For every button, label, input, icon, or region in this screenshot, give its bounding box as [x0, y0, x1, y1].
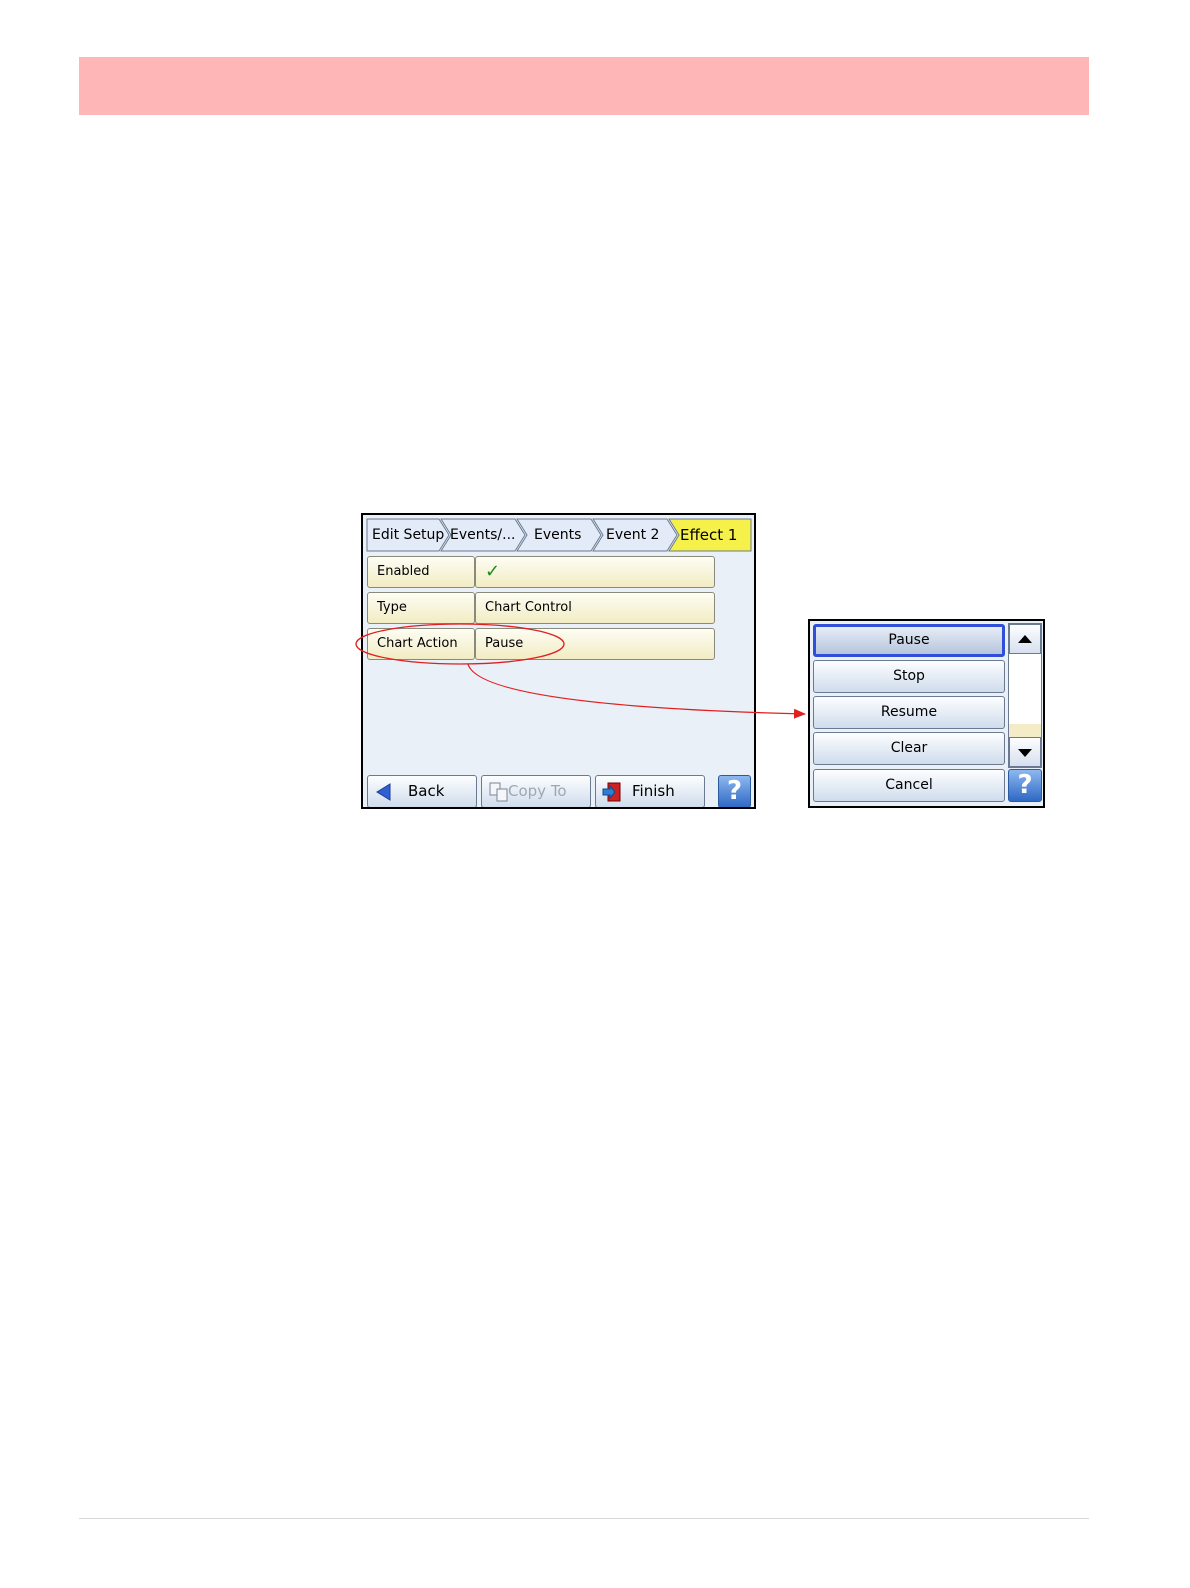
popup-help-button[interactable]: ? — [1008, 769, 1042, 802]
chart-action-popup: Pause Stop Resume Clear Cancel ? — [808, 619, 1045, 808]
scroll-down-button[interactable] — [1009, 737, 1041, 767]
back-label: Back — [408, 782, 445, 800]
breadcrumb-event-2[interactable]: Event 2 — [592, 518, 678, 552]
type-value[interactable]: Chart Control — [475, 592, 715, 624]
footer-rule — [79, 1518, 1089, 1519]
chart-action-value[interactable]: Pause — [475, 628, 715, 660]
breadcrumb-label: Event 2 — [606, 527, 660, 543]
breadcrumb-label: Events — [534, 527, 582, 543]
edit-setup-screen: Edit Setup Events/... Events Event 2 Eff… — [361, 513, 756, 809]
copy-to-button[interactable]: Copy To — [481, 775, 591, 807]
chart-action-label[interactable]: Chart Action — [367, 628, 475, 660]
breadcrumb-events[interactable]: Events — [516, 518, 602, 552]
copy-icon — [489, 782, 508, 802]
breadcrumb-effect-1[interactable]: Effect 1 — [668, 518, 752, 552]
breadcrumb-label: Effect 1 — [680, 526, 738, 544]
breadcrumb-edit-setup[interactable]: Edit Setup — [366, 518, 450, 552]
triangle-down-icon — [1018, 749, 1032, 757]
cancel-button[interactable]: Cancel — [813, 769, 1005, 802]
finish-label: Finish — [632, 782, 675, 800]
scroll-up-button[interactable] — [1009, 624, 1041, 654]
breadcrumb-label: Edit Setup — [372, 527, 445, 543]
breadcrumb-events-group[interactable]: Events/... — [440, 518, 526, 552]
back-button[interactable]: Back — [367, 775, 477, 807]
scrollbar[interactable] — [1008, 623, 1042, 768]
type-label[interactable]: Type — [367, 592, 475, 624]
checkmark-icon: ✓ — [485, 561, 501, 582]
option-clear[interactable]: Clear — [813, 732, 1005, 765]
finish-button[interactable]: Finish — [595, 775, 705, 807]
breadcrumb-label: Events/... — [450, 527, 516, 543]
breadcrumb: Edit Setup Events/... Events Event 2 Eff… — [366, 518, 753, 552]
copy-to-label: Copy To — [508, 782, 567, 800]
exit-door-icon — [602, 782, 621, 802]
triangle-up-icon — [1018, 635, 1032, 643]
scroll-thumb[interactable] — [1009, 724, 1041, 738]
header-band — [79, 57, 1089, 115]
back-arrow-icon — [376, 783, 391, 801]
enabled-value[interactable]: ✓ — [475, 556, 715, 588]
enabled-label[interactable]: Enabled — [367, 556, 475, 588]
option-resume[interactable]: Resume — [813, 696, 1005, 729]
option-stop[interactable]: Stop — [813, 660, 1005, 693]
option-pause[interactable]: Pause — [813, 624, 1005, 657]
help-button[interactable]: ? — [718, 775, 751, 807]
